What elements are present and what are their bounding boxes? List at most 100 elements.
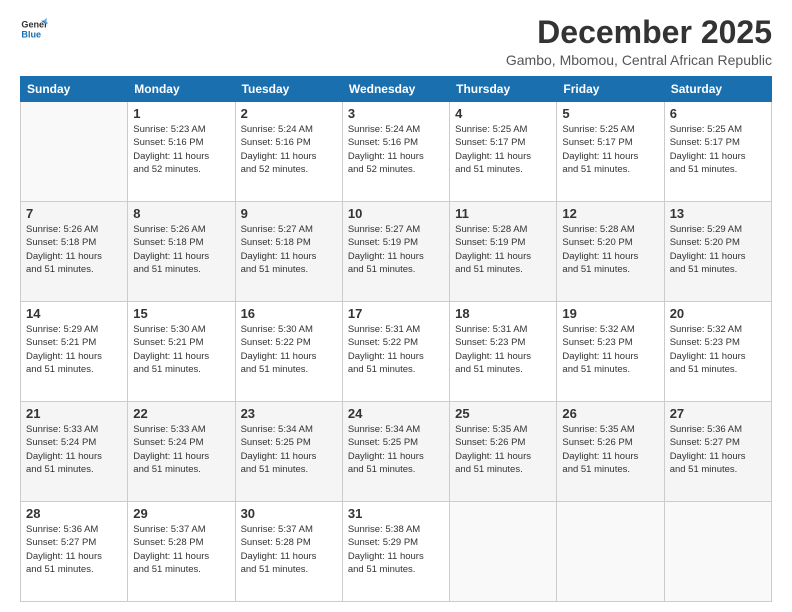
day-info: Sunrise: 5:37 AM Sunset: 5:28 PM Dayligh… [133,523,229,576]
table-row: 20 Sunrise: 5:32 AM Sunset: 5:23 PM Dayli… [664,302,771,402]
day-info: Sunrise: 5:30 AM Sunset: 5:21 PM Dayligh… [133,323,229,376]
day-info: Sunrise: 5:33 AM Sunset: 5:24 PM Dayligh… [26,423,122,476]
day-info: Sunrise: 5:27 AM Sunset: 5:18 PM Dayligh… [241,223,337,276]
table-row [664,502,771,602]
table-row: 18 Sunrise: 5:31 AM Sunset: 5:23 PM Dayli… [450,302,557,402]
page: General Blue December 2025 Gambo, Mbomou… [0,0,792,612]
day-number: 18 [455,306,551,321]
day-number: 30 [241,506,337,521]
table-row: 6Sunrise: 5:25 AM Sunset: 5:17 PM Daylig… [664,102,771,202]
day-info: Sunrise: 5:28 AM Sunset: 5:19 PM Dayligh… [455,223,551,276]
table-row: 25 Sunrise: 5:35 AM Sunset: 5:26 PM Dayli… [450,402,557,502]
day-number: 27 [670,406,766,421]
day-number: 24 [348,406,444,421]
col-saturday: Saturday [664,77,771,102]
week-row-3: 14 Sunrise: 5:29 AM Sunset: 5:21 PM Dayli… [21,302,772,402]
day-number: 13 [670,206,766,221]
day-info: Sunrise: 5:25 AM Sunset: 5:17 PM Dayligh… [670,123,766,176]
day-info: Sunrise: 5:35 AM Sunset: 5:26 PM Dayligh… [455,423,551,476]
logo-icon: General Blue [20,15,48,43]
table-row [21,102,128,202]
day-info: Sunrise: 5:29 AM Sunset: 5:21 PM Dayligh… [26,323,122,376]
day-number: 9 [241,206,337,221]
day-info: Sunrise: 5:31 AM Sunset: 5:23 PM Dayligh… [455,323,551,376]
day-info: Sunrise: 5:23 AM Sunset: 5:16 PM Dayligh… [133,123,229,176]
table-row: 28 Sunrise: 5:36 AM Sunset: 5:27 PM Dayli… [21,502,128,602]
table-row: 24 Sunrise: 5:34 AM Sunset: 5:25 PM Dayli… [342,402,449,502]
table-row: 29Sunrise: 5:37 AM Sunset: 5:28 PM Dayli… [128,502,235,602]
day-info: Sunrise: 5:35 AM Sunset: 5:26 PM Dayligh… [562,423,658,476]
day-number: 16 [241,306,337,321]
day-info: Sunrise: 5:24 AM Sunset: 5:16 PM Dayligh… [348,123,444,176]
week-row-1: 1Sunrise: 5:23 AM Sunset: 5:16 PM Daylig… [21,102,772,202]
day-number: 7 [26,206,122,221]
table-row: 2 Sunrise: 5:24 AM Sunset: 5:16 PM Daylig… [235,102,342,202]
day-info: Sunrise: 5:26 AM Sunset: 5:18 PM Dayligh… [26,223,122,276]
day-info: Sunrise: 5:38 AM Sunset: 5:29 PM Dayligh… [348,523,444,576]
day-number: 12 [562,206,658,221]
week-row-4: 21 Sunrise: 5:33 AM Sunset: 5:24 PM Dayli… [21,402,772,502]
month-title: December 2025 [506,15,772,50]
day-number: 5 [562,106,658,121]
day-info: Sunrise: 5:31 AM Sunset: 5:22 PM Dayligh… [348,323,444,376]
day-number: 2 [241,106,337,121]
table-row: 7 Sunrise: 5:26 AM Sunset: 5:18 PM Daylig… [21,202,128,302]
header: General Blue December 2025 Gambo, Mbomou… [20,15,772,68]
day-info: Sunrise: 5:32 AM Sunset: 5:23 PM Dayligh… [562,323,658,376]
subtitle: Gambo, Mbomou, Central African Republic [506,52,772,68]
week-row-2: 7 Sunrise: 5:26 AM Sunset: 5:18 PM Daylig… [21,202,772,302]
day-info: Sunrise: 5:34 AM Sunset: 5:25 PM Dayligh… [241,423,337,476]
table-row: 27 Sunrise: 5:36 AM Sunset: 5:27 PM Dayli… [664,402,771,502]
day-number: 8 [133,206,229,221]
day-info: Sunrise: 5:29 AM Sunset: 5:20 PM Dayligh… [670,223,766,276]
title-block: December 2025 Gambo, Mbomou, Central Afr… [506,15,772,68]
calendar: Sunday Monday Tuesday Wednesday Thursday… [20,76,772,602]
table-row: 10 Sunrise: 5:27 AM Sunset: 5:19 PM Dayli… [342,202,449,302]
day-number: 28 [26,506,122,521]
day-info: Sunrise: 5:28 AM Sunset: 5:20 PM Dayligh… [562,223,658,276]
table-row: 19 Sunrise: 5:32 AM Sunset: 5:23 PM Dayli… [557,302,664,402]
table-row: 16 Sunrise: 5:30 AM Sunset: 5:22 PM Dayli… [235,302,342,402]
day-number: 3 [348,106,444,121]
day-info: Sunrise: 5:34 AM Sunset: 5:25 PM Dayligh… [348,423,444,476]
logo: General Blue [20,15,48,43]
day-number: 23 [241,406,337,421]
day-info: Sunrise: 5:36 AM Sunset: 5:27 PM Dayligh… [670,423,766,476]
table-row: 23 Sunrise: 5:34 AM Sunset: 5:25 PM Dayli… [235,402,342,502]
day-number: 20 [670,306,766,321]
day-number: 25 [455,406,551,421]
day-number: 14 [26,306,122,321]
table-row: 17 Sunrise: 5:31 AM Sunset: 5:22 PM Dayli… [342,302,449,402]
col-monday: Monday [128,77,235,102]
day-info: Sunrise: 5:32 AM Sunset: 5:23 PM Dayligh… [670,323,766,376]
table-row: 12 Sunrise: 5:28 AM Sunset: 5:20 PM Dayli… [557,202,664,302]
day-number: 21 [26,406,122,421]
day-number: 17 [348,306,444,321]
table-row: 13 Sunrise: 5:29 AM Sunset: 5:20 PM Dayli… [664,202,771,302]
day-info: Sunrise: 5:30 AM Sunset: 5:22 PM Dayligh… [241,323,337,376]
table-row [450,502,557,602]
day-info: Sunrise: 5:24 AM Sunset: 5:16 PM Dayligh… [241,123,337,176]
table-row: 5 Sunrise: 5:25 AM Sunset: 5:17 PM Daylig… [557,102,664,202]
day-number: 11 [455,206,551,221]
day-number: 31 [348,506,444,521]
table-row: 1Sunrise: 5:23 AM Sunset: 5:16 PM Daylig… [128,102,235,202]
header-row: Sunday Monday Tuesday Wednesday Thursday… [21,77,772,102]
table-row: 8Sunrise: 5:26 AM Sunset: 5:18 PM Daylig… [128,202,235,302]
table-row: 15Sunrise: 5:30 AM Sunset: 5:21 PM Dayli… [128,302,235,402]
table-row: 4Sunrise: 5:25 AM Sunset: 5:17 PM Daylig… [450,102,557,202]
table-row: 9 Sunrise: 5:27 AM Sunset: 5:18 PM Daylig… [235,202,342,302]
svg-text:Blue: Blue [21,29,41,39]
day-info: Sunrise: 5:27 AM Sunset: 5:19 PM Dayligh… [348,223,444,276]
table-row: 30 Sunrise: 5:37 AM Sunset: 5:28 PM Dayli… [235,502,342,602]
day-info: Sunrise: 5:37 AM Sunset: 5:28 PM Dayligh… [241,523,337,576]
day-info: Sunrise: 5:36 AM Sunset: 5:27 PM Dayligh… [26,523,122,576]
table-row: 31 Sunrise: 5:38 AM Sunset: 5:29 PM Dayli… [342,502,449,602]
table-row [557,502,664,602]
day-number: 10 [348,206,444,221]
col-sunday: Sunday [21,77,128,102]
day-number: 19 [562,306,658,321]
day-info: Sunrise: 5:25 AM Sunset: 5:17 PM Dayligh… [562,123,658,176]
table-row: 26Sunrise: 5:35 AM Sunset: 5:26 PM Dayli… [557,402,664,502]
table-row: 22Sunrise: 5:33 AM Sunset: 5:24 PM Dayli… [128,402,235,502]
